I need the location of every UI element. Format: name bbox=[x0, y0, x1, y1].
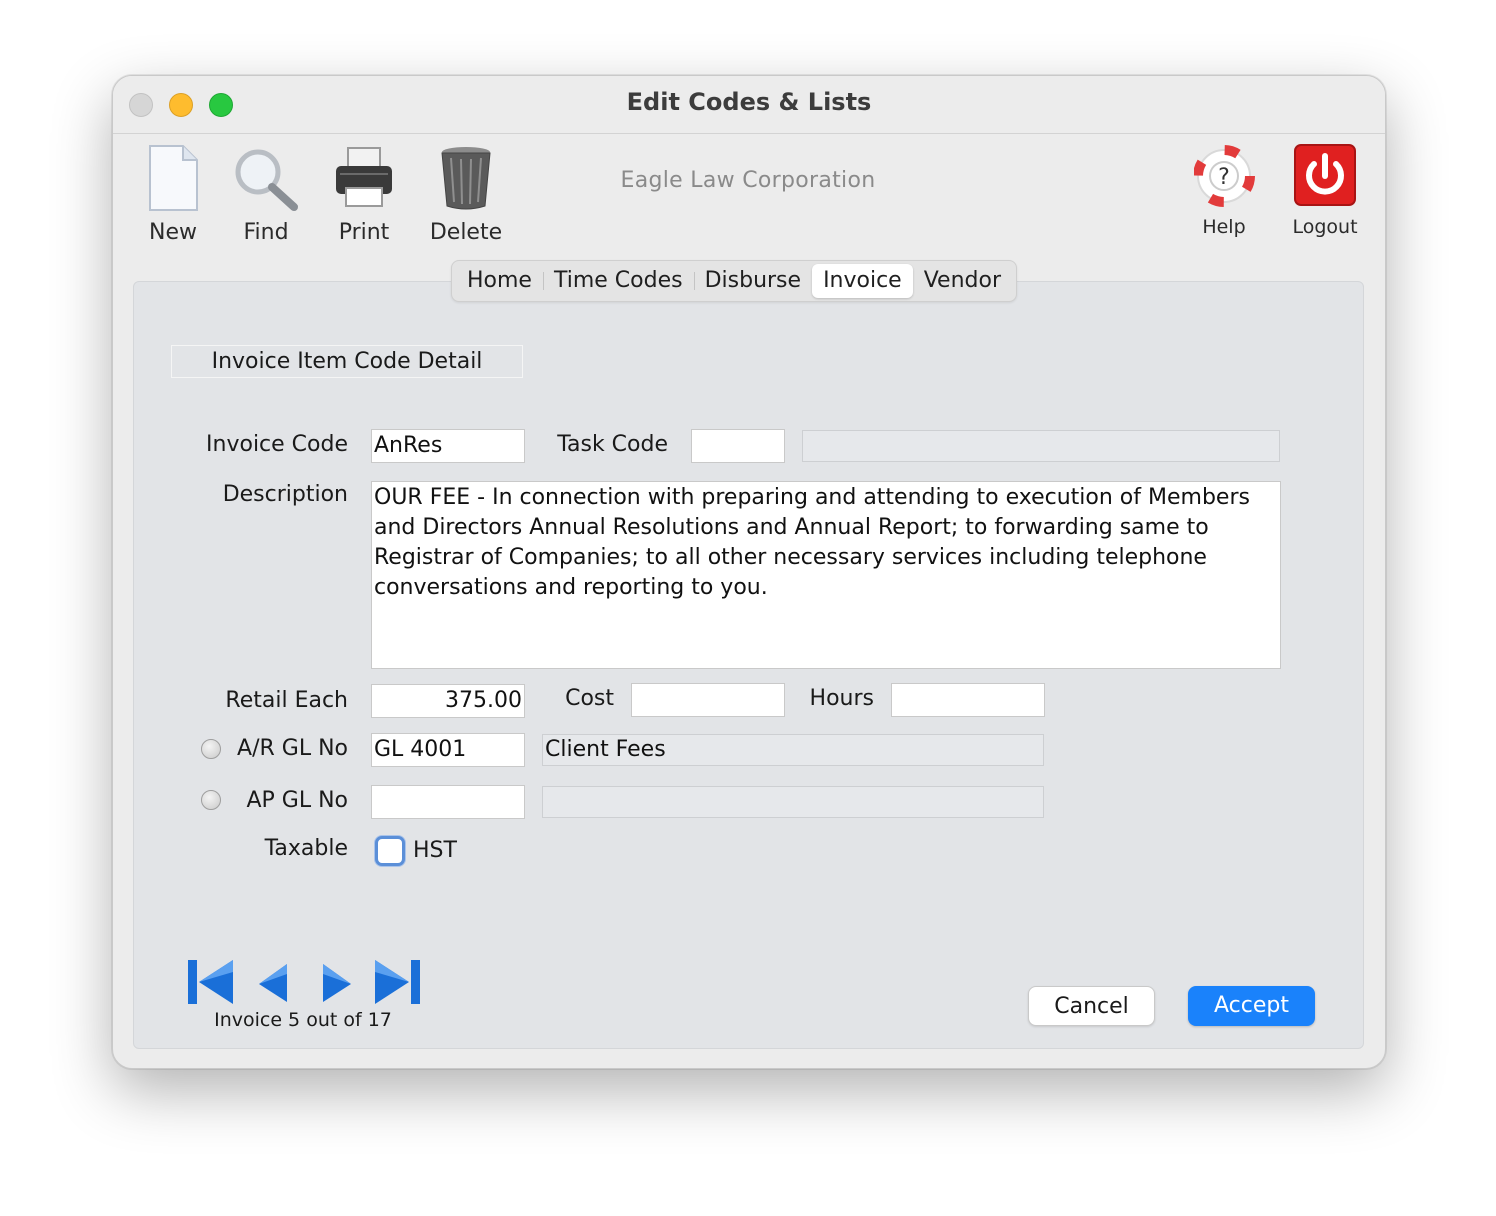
invoice-code-field[interactable]: AnRes bbox=[371, 429, 525, 463]
lifebuoy-help-icon: ? bbox=[1194, 145, 1255, 207]
find-label: Find bbox=[243, 220, 289, 245]
logout-button[interactable]: Logout bbox=[1292, 144, 1359, 244]
window-title: Edit Codes & Lists bbox=[626, 88, 872, 116]
tab-vendor[interactable]: Vendor bbox=[913, 264, 1012, 298]
ar-gl-label: A/R GL No bbox=[237, 736, 348, 761]
ap-gl-description bbox=[542, 786, 1044, 818]
new-button[interactable]: New bbox=[133, 144, 213, 254]
task-code-label: Task Code bbox=[557, 432, 668, 457]
retail-each-field[interactable]: 375.00 bbox=[371, 684, 525, 718]
description-label: Description bbox=[222, 482, 348, 507]
tab-time-codes[interactable]: Time Codes bbox=[543, 264, 695, 298]
accept-button[interactable]: Accept bbox=[1188, 986, 1315, 1026]
tab-bar: Home Time Codes Disburse Invoice Vendor bbox=[451, 260, 1018, 302]
description-textarea[interactable]: OUR FEE - In connection with preparing a… bbox=[371, 481, 1281, 669]
delete-button[interactable]: Delete bbox=[421, 144, 511, 254]
cost-field[interactable] bbox=[631, 683, 785, 717]
last-record-icon[interactable] bbox=[373, 958, 423, 1006]
printer-icon bbox=[336, 147, 392, 207]
section-title: Invoice Item Code Detail bbox=[171, 345, 523, 378]
ar-gl-description: Client Fees bbox=[542, 734, 1044, 766]
ap-gl-field[interactable] bbox=[371, 785, 525, 819]
find-button[interactable]: Find bbox=[226, 144, 306, 254]
task-code-description bbox=[802, 430, 1280, 462]
new-label: New bbox=[149, 220, 197, 245]
svg-text:?: ? bbox=[1218, 165, 1230, 190]
hst-label: HST bbox=[413, 838, 457, 863]
tab-invoice[interactable]: Invoice bbox=[812, 264, 913, 298]
first-record-icon[interactable] bbox=[185, 958, 235, 1006]
taxable-label: Taxable bbox=[264, 836, 348, 861]
title-bar: Edit Codes & Lists bbox=[113, 76, 1385, 134]
hours-label: Hours bbox=[809, 686, 874, 711]
company-name: Eagle Law Corporation bbox=[620, 168, 876, 193]
task-code-field[interactable] bbox=[691, 429, 785, 463]
delete-label: Delete bbox=[429, 220, 503, 245]
print-button[interactable]: Print bbox=[324, 144, 404, 254]
hours-field[interactable] bbox=[891, 683, 1045, 717]
new-document-icon bbox=[149, 145, 198, 211]
previous-record-icon[interactable] bbox=[255, 958, 291, 1006]
hst-checkbox[interactable] bbox=[375, 836, 405, 866]
magnifier-icon bbox=[235, 149, 298, 211]
edit-codes-window: Edit Codes & Lists New Find Print Delete… bbox=[112, 75, 1386, 1069]
tab-home[interactable]: Home bbox=[456, 264, 544, 298]
cancel-button[interactable]: Cancel bbox=[1028, 986, 1155, 1026]
logout-label: Logout bbox=[1292, 216, 1358, 238]
power-icon bbox=[1294, 144, 1356, 206]
ap-gl-label: AP GL No bbox=[246, 788, 348, 813]
print-label: Print bbox=[338, 220, 390, 245]
help-button[interactable]: ? Help bbox=[1191, 144, 1257, 244]
next-record-icon[interactable] bbox=[319, 958, 355, 1006]
tab-disburse[interactable]: Disburse bbox=[694, 264, 812, 298]
cost-label: Cost bbox=[565, 686, 614, 711]
record-counter: Invoice 5 out of 17 bbox=[214, 1009, 392, 1031]
ar-gl-field[interactable]: GL 4001 bbox=[371, 733, 525, 767]
help-label: Help bbox=[1202, 216, 1246, 238]
retail-each-label: Retail Each bbox=[225, 688, 348, 713]
invoice-code-label: Invoice Code bbox=[206, 432, 348, 457]
trash-icon bbox=[441, 147, 491, 210]
